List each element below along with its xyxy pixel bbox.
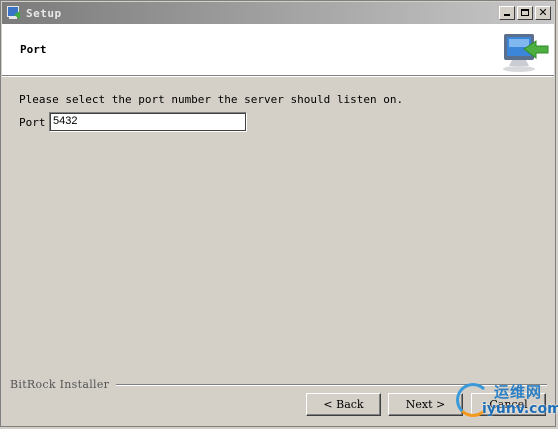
port-label: Port xyxy=(19,115,46,129)
title-bar[interactable]: Setup ✕ xyxy=(2,2,554,24)
minimize-icon[interactable] xyxy=(499,6,515,20)
back-button[interactable]: < Back xyxy=(306,393,381,416)
installer-brand: BitRock Installer xyxy=(10,378,110,391)
window-title: Setup xyxy=(26,6,62,20)
window-controls: ✕ xyxy=(497,6,551,20)
computer-arrow-icon xyxy=(503,34,549,72)
next-button[interactable]: Next > xyxy=(388,393,463,416)
close-icon[interactable]: ✕ xyxy=(535,6,551,20)
port-prompt: Please select the port number the server… xyxy=(19,93,404,106)
page-header: Port xyxy=(2,24,554,76)
port-input[interactable]: 5432 xyxy=(49,112,247,132)
page-title: Port xyxy=(20,43,47,56)
cancel-button[interactable]: Cancel xyxy=(471,393,546,416)
footer-divider xyxy=(116,384,547,386)
header-divider xyxy=(2,76,554,77)
maximize-icon[interactable] xyxy=(517,6,533,20)
port-row: Port 5432 xyxy=(19,112,537,132)
setup-app-icon xyxy=(6,5,22,21)
setup-window: Setup ✕ Port Please select the port numb… xyxy=(0,0,558,427)
main-content: Please select the port number the server… xyxy=(19,93,537,132)
